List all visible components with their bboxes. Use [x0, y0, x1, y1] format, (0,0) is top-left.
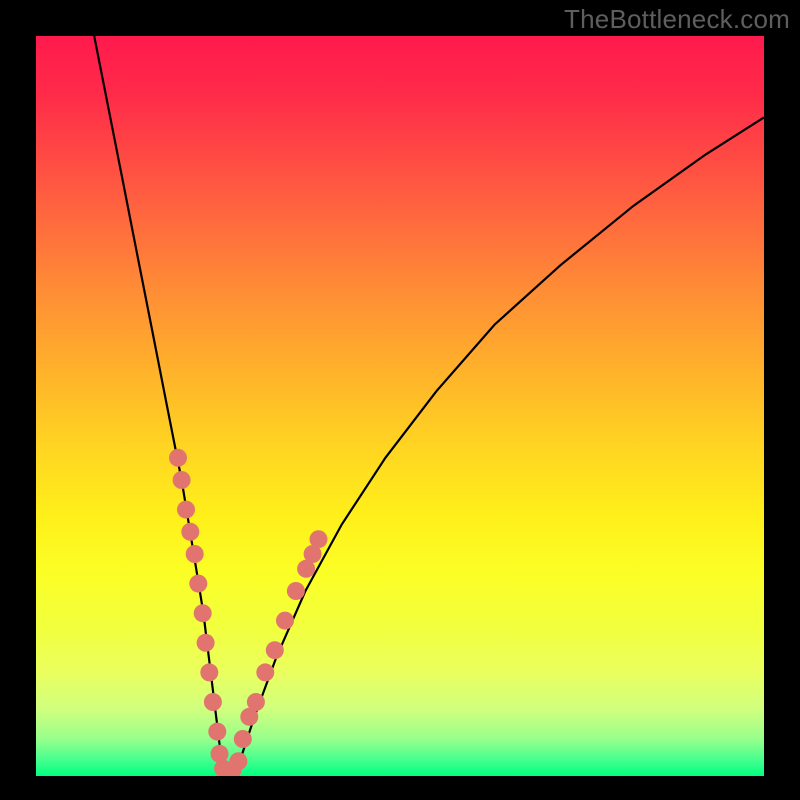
data-point [169, 449, 187, 467]
data-point [247, 693, 265, 711]
dots-layer [169, 449, 328, 776]
data-point [177, 501, 195, 519]
data-point [194, 604, 212, 622]
data-point [208, 723, 226, 741]
data-point [310, 530, 328, 548]
data-point [197, 634, 215, 652]
chart-frame: TheBottleneck.com [0, 0, 800, 800]
data-point [266, 641, 284, 659]
data-point [200, 663, 218, 681]
data-point [186, 545, 204, 563]
data-point [229, 752, 247, 770]
chart-svg [36, 36, 764, 776]
data-point [256, 663, 274, 681]
bottleneck-curve-path [94, 36, 764, 776]
data-point [287, 582, 305, 600]
data-point [181, 523, 199, 541]
data-point [189, 575, 207, 593]
curve-layer [94, 36, 764, 776]
data-point [204, 693, 222, 711]
data-point [234, 730, 252, 748]
data-point [173, 471, 191, 489]
watermark-label: TheBottleneck.com [564, 4, 790, 35]
plot-area [36, 36, 764, 776]
data-point [276, 612, 294, 630]
